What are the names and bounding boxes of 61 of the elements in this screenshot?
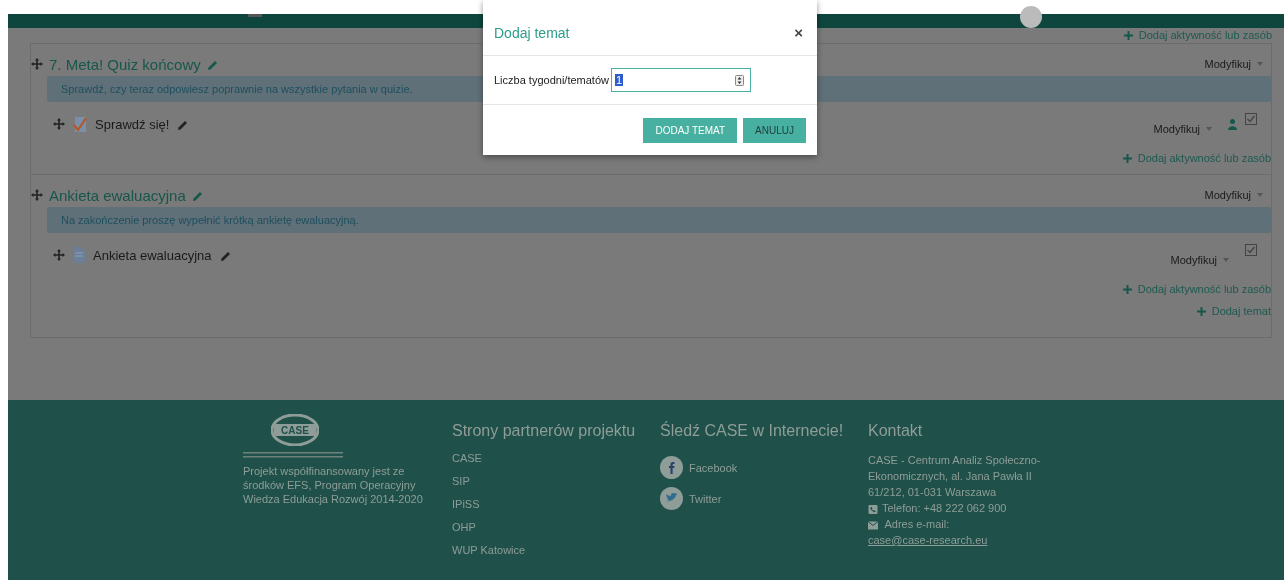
plus-icon [1122, 284, 1132, 294]
add-activity-link[interactable]: Dodaj aktywność lub zasób [1122, 277, 1271, 305]
footer-heading: Kontakt [868, 422, 924, 440]
completion-checkbox[interactable] [1245, 244, 1257, 256]
number-input[interactable]: 1 [610, 68, 751, 92]
close-button[interactable]: × [790, 24, 807, 41]
caret-icon [1206, 127, 1212, 131]
modify-menu[interactable]: Modyfikuj [1170, 254, 1237, 266]
pencil-icon[interactable] [191, 189, 203, 201]
contact-address: CASE - Centrum Analiz Społeczno-Ekonomicznych, al. Jana Pawła II 61/212, 01-031 Warszawa [868, 453, 1042, 500]
phone-icon [868, 504, 878, 514]
document-icon [73, 247, 85, 263]
partner-link[interactable]: WUP Katowice [452, 544, 660, 567]
plus-icon [1196, 306, 1206, 316]
envelope-icon [868, 520, 878, 530]
modify-menu[interactable]: Modyfikuj [1204, 58, 1271, 70]
section-title: Ankieta ewaluacyjna [49, 186, 186, 204]
quiz-icon [73, 115, 87, 133]
plus-icon [1123, 30, 1133, 40]
footer-heading: Śledź CASE w Internecie! [660, 422, 845, 440]
spinner-icon[interactable] [734, 74, 744, 86]
section-title: 7. Meta! Quiz końcowy [49, 55, 201, 73]
plus-icon [1122, 153, 1132, 163]
add-activity-link[interactable]: Dodaj aktywność lub zasób [1122, 146, 1271, 174]
pencil-icon[interactable] [219, 249, 231, 261]
caret-icon [1257, 62, 1263, 66]
partner-link[interactable]: IPiSS [452, 498, 660, 521]
move-icon[interactable] [31, 58, 43, 70]
social-link[interactable]: Facebook [689, 461, 738, 474]
completion-checkbox[interactable] [1245, 113, 1257, 125]
email-label: Adres e-mail: [884, 518, 950, 530]
logo: CASE [271, 414, 319, 446]
cancel-button[interactable]: ANULUJ [743, 117, 806, 143]
bird-icon[interactable] [660, 487, 683, 510]
pencil-icon[interactable] [177, 118, 189, 130]
pencil-icon[interactable] [206, 58, 218, 70]
footer-heading: Strony partnerów projektu [452, 422, 637, 440]
partner-link[interactable]: CASE [452, 452, 660, 475]
move-icon[interactable] [31, 189, 43, 201]
caret-icon [1257, 193, 1263, 197]
activity-link[interactable]: Sprawdź się! [95, 116, 170, 132]
add-activity-link[interactable]: Dodaj aktywność lub zasób [1123, 29, 1272, 41]
modify-menu[interactable]: Modyfikuj [1204, 189, 1271, 201]
letter-f-icon[interactable] [660, 456, 683, 479]
avatar-icon[interactable] [1020, 6, 1042, 28]
dialog-title: Dodaj temat [494, 24, 570, 41]
field-label: Liczba tygodni/tematów [494, 74, 609, 86]
modify-menu[interactable]: Modyfikuj [1153, 123, 1220, 135]
move-icon[interactable] [53, 118, 65, 130]
move-icon[interactable] [53, 249, 65, 261]
add-topic-button[interactable]: DODAJ TEMAT [643, 117, 738, 143]
partner-link[interactable]: SIP [452, 475, 660, 498]
activity-link[interactable]: Ankieta ewaluacyjna [93, 247, 212, 263]
social-link[interactable]: Twitter [689, 492, 722, 505]
email-link[interactable]: case@case-research.eu [868, 534, 988, 546]
caret-icon [1223, 258, 1229, 262]
project-funding-text: Projekt współfinansowany jest ze środków EFS, Program Operacyjny Wiedza Edukacja Rozwój 2014-2020 [243, 464, 424, 506]
partner-link[interactable]: OHP [452, 521, 660, 544]
add-topic-link[interactable]: Dodaj temat [1196, 305, 1271, 327]
contact-phone: Telefon: +48 222 062 900 [882, 502, 1007, 514]
section-summary: Na zakończenie proszę wypełnić krótką ankietę ewaluacyjną. [47, 207, 1271, 233]
